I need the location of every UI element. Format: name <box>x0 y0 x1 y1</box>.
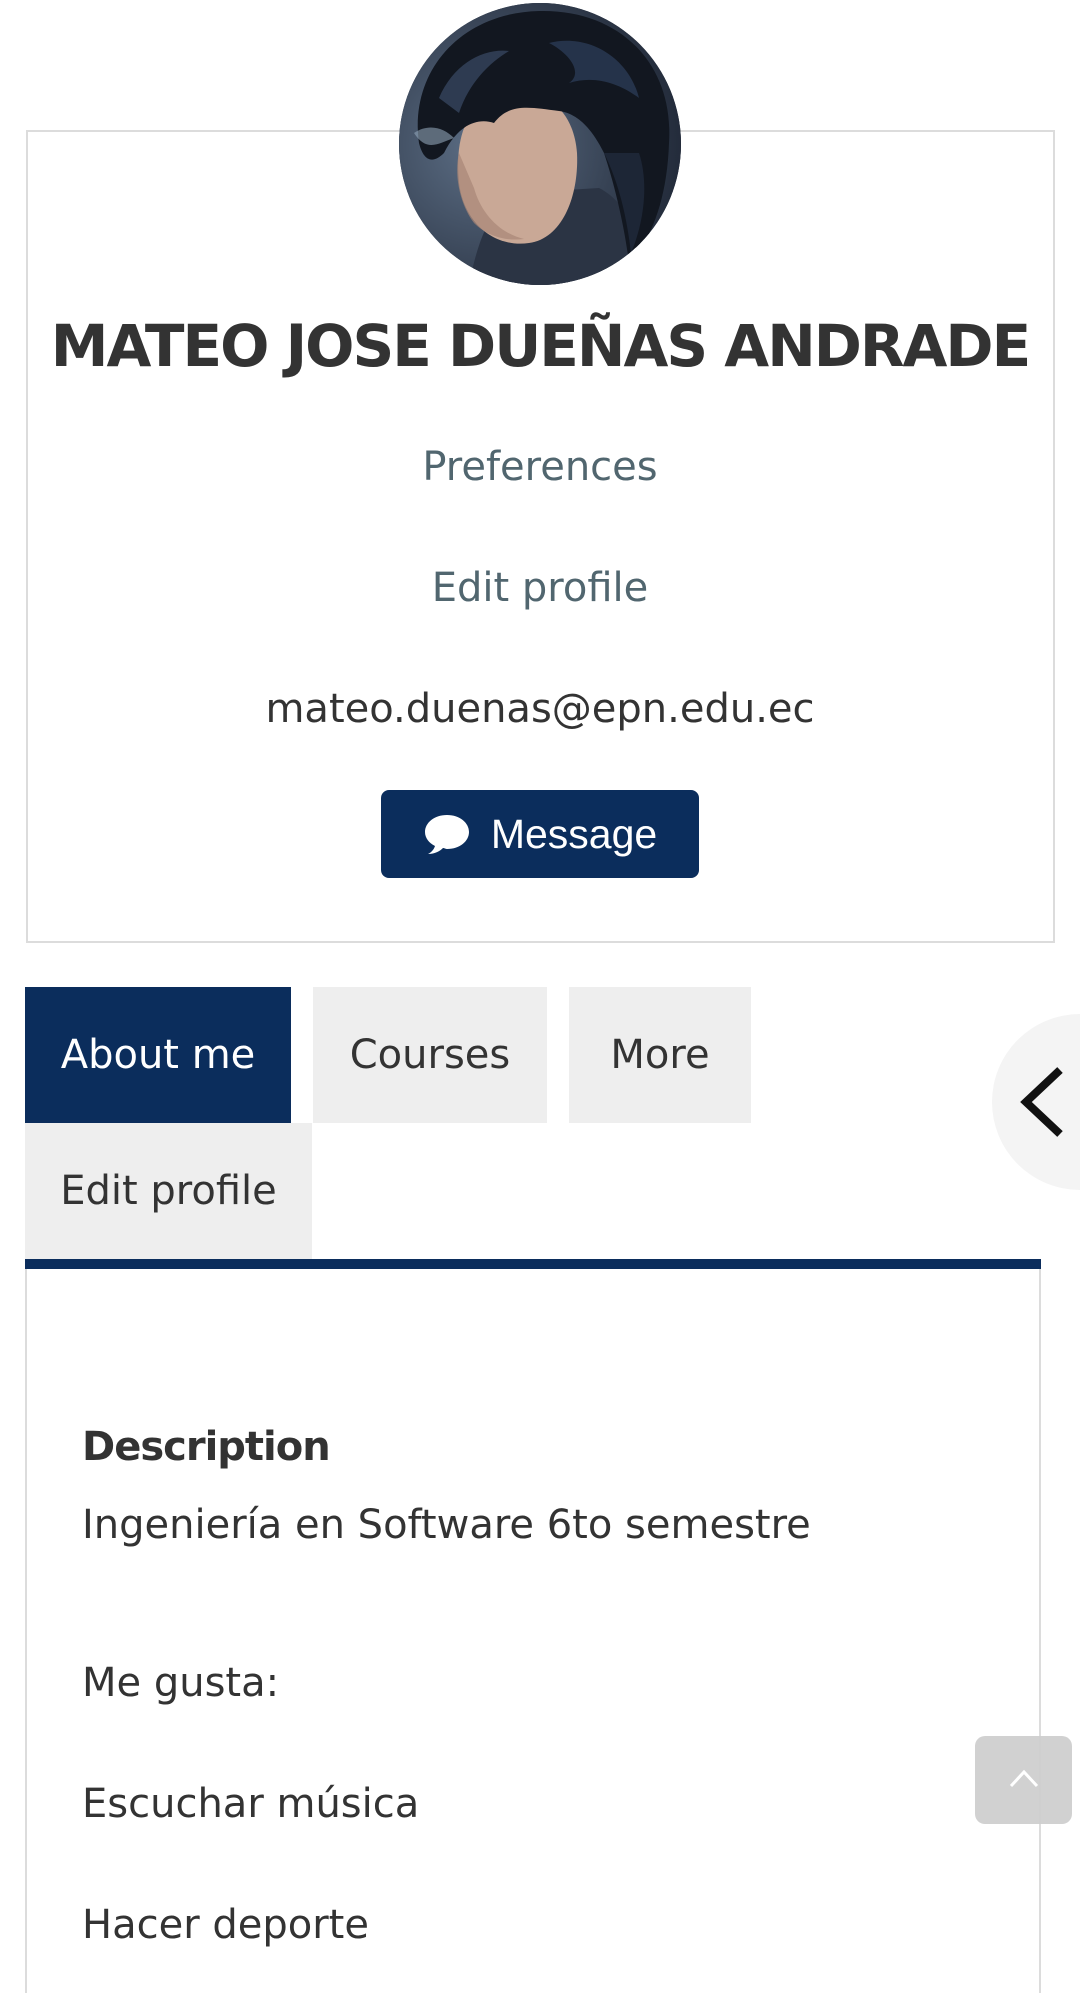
tab-about-me[interactable]: About me <box>25 987 291 1123</box>
description-line: Ingeniería en Software 6to semestre <box>82 1502 811 1548</box>
drawer-toggle-button[interactable] <box>992 1014 1080 1190</box>
preferences-link[interactable]: Preferences <box>0 444 1080 490</box>
avatar <box>399 3 681 285</box>
chevron-left-icon <box>1020 1067 1063 1137</box>
back-to-top-button[interactable] <box>975 1736 1072 1824</box>
profile-page: MATEO JOSE DUEÑAS ANDRADE Preferences Ed… <box>0 0 1080 1993</box>
description-line: Escuchar música <box>82 1781 420 1827</box>
message-button[interactable]: Message <box>381 790 699 878</box>
tab-divider <box>25 1259 1041 1269</box>
chevron-up-icon <box>1009 1769 1039 1788</box>
edit-profile-link[interactable]: Edit profile <box>0 565 1080 611</box>
tab-courses[interactable]: Courses <box>313 987 547 1123</box>
user-photo <box>399 3 681 285</box>
speech-bubble-icon <box>424 815 469 854</box>
tab-more[interactable]: More <box>569 987 751 1123</box>
user-email: mateo.duenas@epn.edu.ec <box>265 686 815 732</box>
description-heading: Description <box>82 1424 331 1470</box>
message-button-label: Message <box>490 810 658 857</box>
user-full-name: MATEO JOSE DUEÑAS ANDRADE <box>50 312 1031 380</box>
description-line: Me gusta: <box>82 1660 280 1706</box>
tab-edit-profile[interactable]: Edit profile <box>25 1123 312 1259</box>
about-me-panel <box>25 1269 1041 1993</box>
description-line: Hacer deporte <box>82 1902 369 1948</box>
